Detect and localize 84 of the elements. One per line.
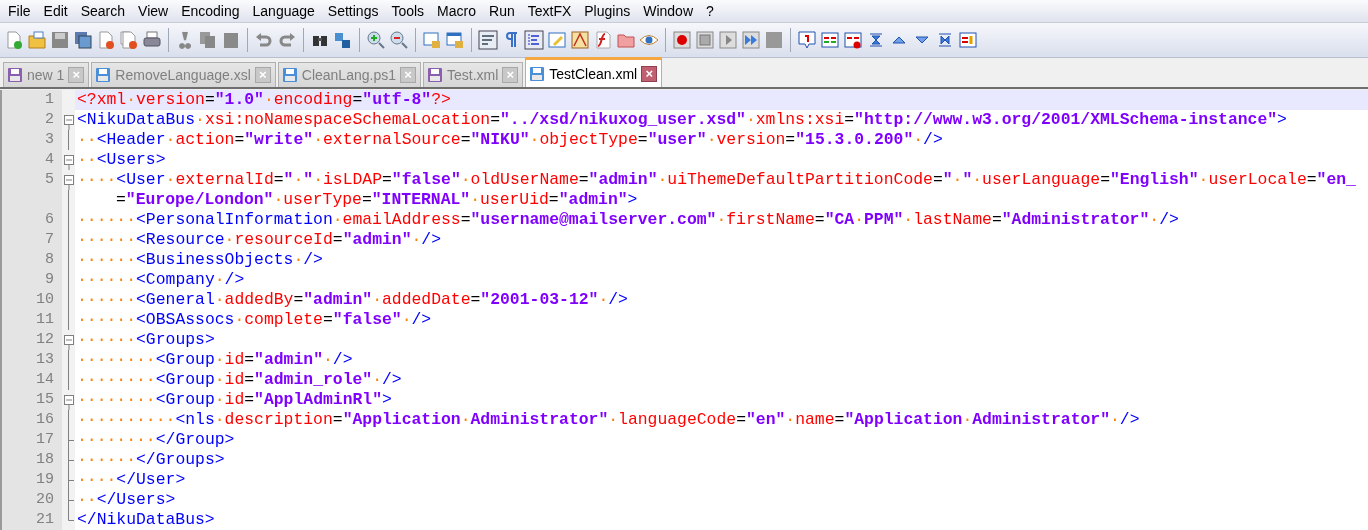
code-line: ······<OBSAssocs·complete="false"·/> — [76, 310, 433, 330]
indent-guide-icon[interactable] — [524, 30, 544, 50]
menu-item[interactable]: Window — [637, 3, 700, 19]
zoom-in-icon[interactable] — [366, 30, 386, 50]
line-number: 10 — [36, 291, 54, 308]
line-number: 7 — [45, 231, 54, 248]
code-line: </NikuDataBus> — [76, 510, 216, 530]
close-all-icon[interactable] — [119, 30, 139, 50]
fold-line — [68, 130, 69, 150]
zoom-out-icon[interactable] — [389, 30, 409, 50]
wrap-icon[interactable] — [478, 30, 498, 50]
line-number: 16 — [36, 411, 54, 428]
code-line: ··········<nls·description="Application·Administrator"·languageCode="en"·name="Application·Administrator"·/> — [76, 410, 1141, 430]
code-line: <NikuDataBus·xsi:noNamespaceSchemaLocation="../xsd/nikuxog_user.xsd"·xmlns:xsi="http://www.w3.org/2001/XMLSchema-instance"> — [76, 110, 1288, 130]
play-icon[interactable] — [718, 30, 738, 50]
line-number: 3 — [45, 131, 54, 148]
menu-item[interactable]: Settings — [321, 3, 386, 19]
menu-item[interactable]: File — [2, 3, 38, 19]
code-line: ····<User·externalId="·"·isLDAP="false"·oldUserName="admin"·uiThemeDefaultPartitionCode="·"·userLanguage="English"·userLocale="en_ — [76, 170, 1357, 190]
code-line: ··</Users> — [76, 490, 177, 510]
code-line: ······<BusinessObjects·/> — [76, 250, 324, 270]
line-number: 19 — [36, 471, 54, 488]
menu-item[interactable]: Plugins — [578, 3, 638, 19]
menu-item[interactable]: Search — [74, 3, 133, 19]
menu-item[interactable]: TextFX — [521, 3, 579, 19]
file-tab[interactable]: TestClean.xml × — [525, 57, 663, 87]
code-line: ······<PersonalInformation·emailAddress="username@mailserver.com"·firstName="CA·PPM"·lastName="Administrator"·/> — [76, 210, 1180, 230]
record-icon[interactable] — [672, 30, 692, 50]
function-icon[interactable] — [593, 30, 613, 50]
menu-item[interactable]: Macro — [431, 3, 483, 19]
code-line: ········</Group> — [76, 430, 236, 450]
print-icon[interactable] — [142, 30, 162, 50]
line-number: 14 — [36, 371, 54, 388]
code-line: ··<Header·action="write"·externalSource="NIKU"·objectType="user"·version="15.3.0.200"·/> — [76, 130, 944, 150]
code-line: ······<Resource·resourceId="admin"·/> — [76, 230, 442, 250]
code-line: ="Europe/London"·userType="INTERNAL"·userUid="admin"> — [115, 190, 639, 210]
replace-icon[interactable] — [333, 30, 353, 50]
menu-item[interactable]: ? — [700, 3, 721, 19]
menu-item[interactable]: Edit — [37, 3, 75, 19]
list-remove-icon[interactable] — [843, 30, 863, 50]
fold-line — [68, 410, 69, 430]
code-line: ····</User> — [76, 470, 187, 490]
redo-icon[interactable] — [277, 30, 297, 50]
menu-item[interactable]: Language — [246, 3, 322, 19]
line-number: 6 — [45, 211, 54, 228]
code-line: ········<Group·id="admin"·/> — [76, 350, 354, 370]
code-line: ······</Groups> — [76, 450, 226, 470]
code-line: ······<General·addedBy="admin"·addedDate="2001-03-12"·/> — [76, 290, 629, 310]
menu-item[interactable]: Encoding — [175, 3, 247, 19]
code-line: ········<Group·id="ApplAdminRl"> — [76, 390, 393, 410]
line-number: 18 — [36, 451, 54, 468]
code-line: ··<Users> — [76, 150, 167, 170]
line-number: 2 — [45, 111, 54, 128]
line-number: 13 — [36, 351, 54, 368]
undo-icon[interactable] — [254, 30, 274, 50]
line-number: 4 — [45, 151, 54, 168]
line-number: 15 — [36, 391, 54, 408]
menu-item[interactable]: View — [132, 3, 176, 19]
column-icon[interactable] — [958, 30, 978, 50]
close-button[interactable]: × — [641, 65, 658, 82]
line-number: 5 — [45, 171, 54, 188]
list-icon[interactable] — [820, 30, 840, 50]
menu-item[interactable]: Run — [483, 3, 522, 19]
stop-icon[interactable] — [695, 30, 715, 50]
line-number: 8 — [45, 251, 54, 268]
line-number: 1 — [45, 91, 54, 108]
code-line: ········<Group·id="admin_role"·/> — [76, 370, 403, 390]
line-number: 20 — [36, 491, 54, 508]
menu-item[interactable]: Tools — [385, 3, 432, 19]
line-number: 17 — [36, 431, 54, 448]
copy-icon[interactable] — [198, 30, 218, 50]
save-all-icon[interactable] — [73, 30, 93, 50]
comment-icon[interactable] — [797, 30, 817, 50]
open-file-icon[interactable] — [27, 30, 47, 50]
line-number: 9 — [45, 271, 54, 288]
fast-forward-icon[interactable] — [741, 30, 761, 50]
close-file-icon[interactable] — [96, 30, 116, 50]
line-number: 12 — [36, 331, 54, 348]
save-icon[interactable] — [50, 30, 70, 50]
code-line: ······<Company·/> — [76, 270, 246, 290]
code-line: ······<Groups> — [76, 330, 216, 350]
line-number: 11 — [36, 311, 54, 328]
line-number: 21 — [36, 511, 54, 528]
new-file-icon[interactable] — [4, 30, 24, 50]
